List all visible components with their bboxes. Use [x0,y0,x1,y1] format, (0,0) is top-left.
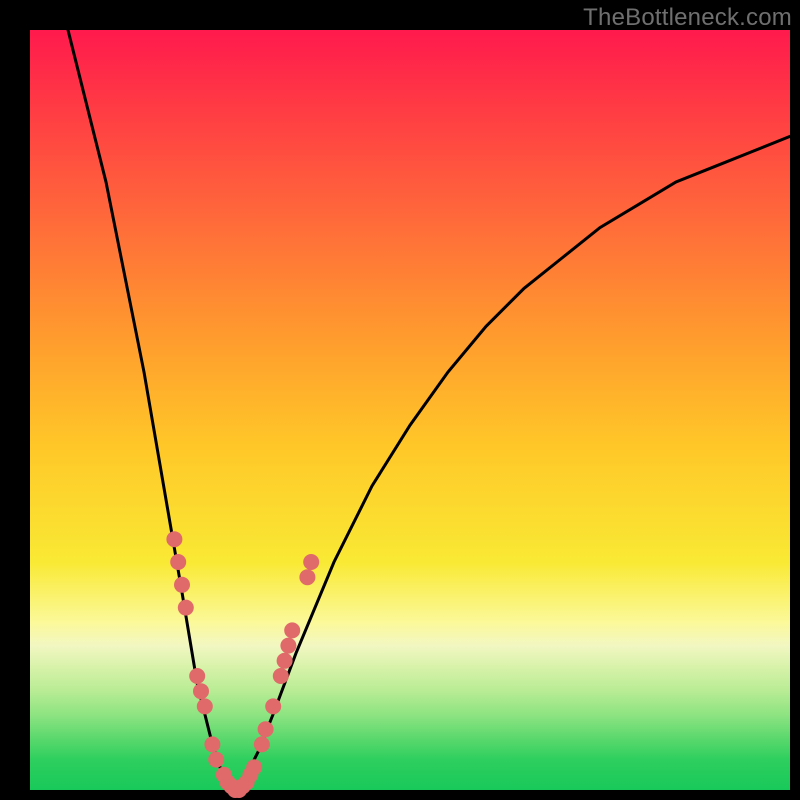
sample-dot [277,653,293,669]
sample-dot [166,531,182,547]
sample-dot [303,554,319,570]
bottleneck-curve [68,30,790,790]
sample-dot [265,698,281,714]
sample-dot [197,698,213,714]
sample-dot [284,622,300,638]
sample-dots-group [166,531,319,798]
chart-frame: TheBottleneck.com [0,0,800,800]
sample-dot [280,638,296,654]
sample-dot [299,569,315,585]
sample-dot [258,721,274,737]
sample-dot [254,736,270,752]
sample-dot [208,752,224,768]
plot-area [30,30,790,790]
chart-svg [30,30,790,790]
sample-dot [174,577,190,593]
sample-dot [193,683,209,699]
sample-dot [246,759,262,775]
watermark-text: TheBottleneck.com [583,4,792,32]
sample-dot [273,668,289,684]
sample-dot [178,600,194,616]
sample-dot [170,554,186,570]
sample-dot [189,668,205,684]
sample-dot [204,736,220,752]
